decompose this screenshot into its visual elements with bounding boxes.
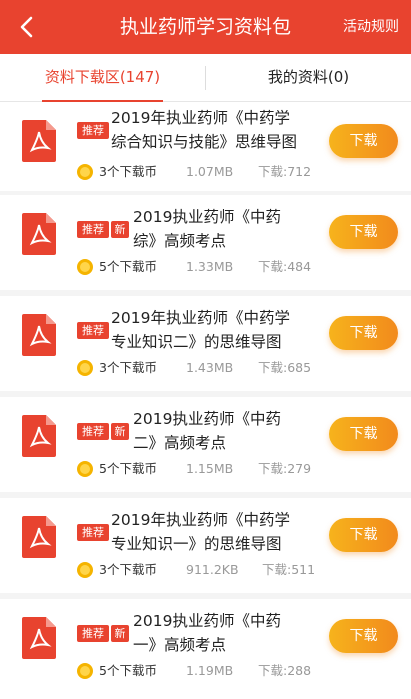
item-title: 2019执业药师《中药 一》高频考点 (133, 609, 323, 657)
recommend-badge: 推荐 (77, 221, 109, 238)
download-button[interactable]: 下载 (329, 215, 398, 249)
item-title-line1: 2019执业药师《中药 (133, 612, 281, 630)
list-item[interactable]: 推荐 2019年执业药师《中药学 综合知识与技能》思维导图 3个下载币 1.07… (0, 102, 411, 191)
item-title-line1: 2019年执业药师《中药学 (111, 511, 290, 529)
tab-download-area-label: 资料下载区(147) (44, 68, 161, 86)
item-title-line2: 专业知识一》的思维导图 (111, 535, 282, 553)
item-title: 2019执业药师《中药 二》高频考点 (133, 407, 323, 455)
coin-icon (77, 562, 93, 578)
item-meta: 5个下载币 1.33MB 下载:484 (76, 257, 326, 277)
new-badge: 新 (111, 423, 129, 440)
tab-bar: 资料下载区(147) 我的资料(0) (0, 54, 411, 102)
item-title-line1: 2019年执业药师《中药学 (111, 109, 290, 127)
coin-cost: 3个下载币 (99, 164, 157, 179)
download-button[interactable]: 下载 (329, 316, 398, 350)
coin-icon (77, 663, 93, 679)
item-meta: 3个下载币 911.2KB 下载:511 (76, 560, 326, 580)
item-meta: 3个下载币 1.07MB 下载:712 (76, 162, 326, 182)
pdf-file-icon (22, 213, 56, 255)
recommend-badge: 推荐 (77, 625, 109, 642)
list-item[interactable]: 推荐 2019年执业药师《中药学 专业知识一》的思维导图 3个下载币 911.2… (0, 498, 411, 593)
item-title-line2: 专业知识二》的思维导图 (111, 333, 282, 351)
tab-my-materials-label: 我的资料(0) (267, 68, 350, 86)
item-title-line1: 2019执业药师《中药 (133, 208, 281, 226)
list-item[interactable]: 推荐 新 2019执业药师《中药 综》高频考点 5个下载币 1.33MB 下载:… (0, 195, 411, 290)
tab-my-materials[interactable]: 我的资料(0) (206, 54, 411, 101)
file-size: 1.15MB (186, 461, 234, 476)
coin-cost: 3个下载币 (99, 562, 157, 577)
download-count: 下载:288 (258, 663, 312, 678)
tab-download-area[interactable]: 资料下载区(147) (0, 54, 205, 102)
coin-icon (77, 461, 93, 477)
item-title-line2: 综》高频考点 (133, 232, 227, 250)
download-button[interactable]: 下载 (329, 417, 398, 451)
new-badge: 新 (111, 625, 129, 642)
recommend-badge: 推荐 (77, 122, 109, 139)
list-item[interactable]: 推荐 新 2019执业药师《中药 一》高频考点 5个下载币 1.19MB 下载:… (0, 599, 411, 699)
pdf-file-icon (22, 120, 56, 162)
coin-cost: 5个下载币 (99, 259, 157, 274)
item-meta: 5个下载币 1.15MB 下载:279 (76, 459, 326, 479)
coin-icon (77, 164, 93, 180)
item-title-line2: 综合知识与技能》思维导图 (111, 133, 298, 151)
pdf-file-icon (22, 516, 56, 558)
list-item[interactable]: 推荐 2019年执业药师《中药学 专业知识二》的思维导图 3个下载币 1.43M… (0, 296, 411, 391)
coin-icon (77, 360, 93, 376)
download-count: 下载:511 (262, 562, 316, 577)
download-count: 下载:484 (258, 259, 312, 274)
new-badge: 新 (111, 221, 129, 238)
pdf-file-icon (22, 617, 56, 659)
item-title: 2019年执业药师《中药学 综合知识与技能》思维导图 (111, 106, 326, 154)
download-count: 下载:712 (258, 164, 312, 179)
download-count: 下载:279 (258, 461, 312, 476)
coin-cost: 5个下载币 (99, 461, 157, 476)
item-title: 2019年执业药师《中药学 专业知识二》的思维导图 (111, 306, 326, 354)
file-size: 1.43MB (186, 360, 234, 375)
file-size: 1.33MB (186, 259, 234, 274)
coin-icon (77, 259, 93, 275)
item-title-line1: 2019执业药师《中药 (133, 410, 281, 428)
item-title-line1: 2019年执业药师《中药学 (111, 309, 290, 327)
recommend-badge: 推荐 (77, 423, 109, 440)
download-button[interactable]: 下载 (329, 518, 398, 552)
file-size: 1.07MB (186, 164, 234, 179)
file-size: 911.2KB (186, 562, 239, 577)
item-meta: 3个下载币 1.43MB 下载:685 (76, 358, 326, 378)
pdf-file-icon (22, 415, 56, 457)
download-button[interactable]: 下载 (329, 124, 398, 158)
recommend-badge: 推荐 (77, 524, 109, 541)
download-button[interactable]: 下载 (329, 619, 398, 653)
pdf-file-icon (22, 314, 56, 356)
item-title-line2: 一》高频考点 (133, 636, 227, 654)
file-size: 1.19MB (186, 663, 234, 678)
item-title-line2: 二》高频考点 (133, 434, 227, 452)
coin-cost: 5个下载币 (99, 663, 157, 678)
list-item[interactable]: 推荐 新 2019执业药师《中药 二》高频考点 5个下载币 1.15MB 下载:… (0, 397, 411, 492)
item-meta: 5个下载币 1.19MB 下载:288 (76, 661, 326, 681)
download-count: 下载:685 (258, 360, 312, 375)
app-header: 执业药师学习资料包 活动规则 (0, 0, 411, 54)
material-list[interactable]: 推荐 2019年执业药师《中药学 综合知识与技能》思维导图 3个下载币 1.07… (0, 102, 411, 699)
recommend-badge: 推荐 (77, 322, 109, 339)
item-title: 2019执业药师《中药 综》高频考点 (133, 205, 323, 253)
item-title: 2019年执业药师《中药学 专业知识一》的思维导图 (111, 508, 326, 556)
activity-rules-link[interactable]: 活动规则 (343, 17, 399, 37)
coin-cost: 3个下载币 (99, 360, 157, 375)
